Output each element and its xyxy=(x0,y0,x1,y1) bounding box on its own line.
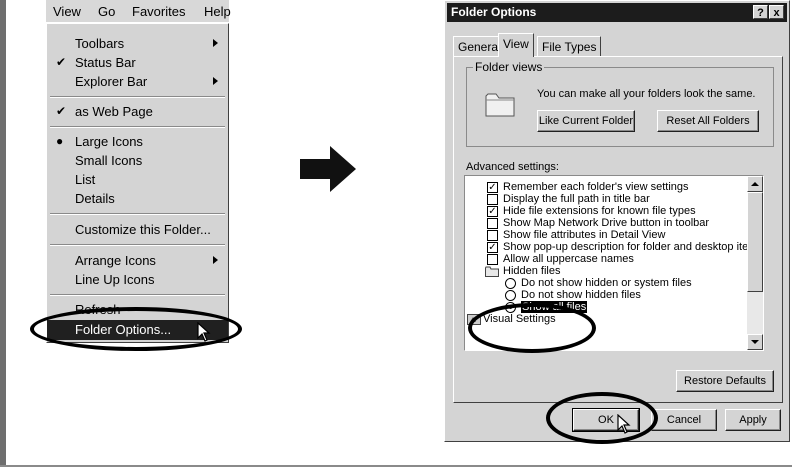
scroll-up-button[interactable] xyxy=(747,176,763,192)
menu-item-toolbars[interactable]: Toolbars xyxy=(47,34,228,54)
scroll-down-button[interactable] xyxy=(747,334,763,350)
folder-views-description: You can make all your folders look the s… xyxy=(537,88,756,100)
folder-views-group: Folder views You can make all your folde… xyxy=(466,60,774,147)
dialog-title: Folder Options xyxy=(451,5,537,19)
menu-item-list[interactable]: List xyxy=(47,170,228,190)
submenu-arrow-icon xyxy=(213,77,218,85)
menu-favorites[interactable]: Favorites xyxy=(132,4,185,19)
menu-separator xyxy=(50,126,225,128)
view-tab-panel: Folder views You can make all your folde… xyxy=(453,56,783,403)
menu-item-arrange-icons[interactable]: Arrange Icons xyxy=(47,251,228,271)
right-arrow-icon xyxy=(300,146,356,192)
like-current-folder-button[interactable]: Like Current Folder xyxy=(537,110,635,132)
checkbox[interactable] xyxy=(487,230,498,241)
explorer-menubar: View Go Favorites Help xyxy=(46,0,231,22)
checkbox[interactable] xyxy=(487,194,498,205)
folder-views-title: Folder views xyxy=(473,60,545,74)
view-menu: Toolbars ✔ Status Bar Explorer Bar ✔ as … xyxy=(46,23,229,343)
menu-item-details[interactable]: Details xyxy=(47,189,228,209)
mouse-cursor-icon xyxy=(617,414,631,434)
scroll-up-arrow-icon xyxy=(751,182,759,186)
highlight-ellipse xyxy=(468,303,596,353)
checkbox[interactable] xyxy=(487,254,498,265)
menu-item-large-icons[interactable]: ● Large Icons xyxy=(47,132,228,152)
menu-separator xyxy=(50,213,225,215)
scroll-thumb[interactable] xyxy=(747,192,763,292)
menu-go[interactable]: Go xyxy=(98,4,115,19)
menu-help[interactable]: Help xyxy=(204,4,231,19)
menu-separator xyxy=(50,244,225,246)
mouse-cursor-icon xyxy=(197,322,211,342)
checkmark-icon: ✔ xyxy=(56,104,67,118)
dialog-titlebar: Folder Options ? x xyxy=(447,3,787,22)
window-frame-bottom xyxy=(0,465,792,467)
menu-separator xyxy=(50,294,225,296)
checkbox[interactable]: ✓ xyxy=(487,206,498,217)
help-button[interactable]: ? xyxy=(753,5,768,19)
menu-item-small-icons[interactable]: Small Icons xyxy=(47,151,228,171)
menu-item-explorer-bar[interactable]: Explorer Bar xyxy=(47,72,228,92)
folder-icon xyxy=(485,93,515,117)
submenu-arrow-icon xyxy=(213,256,218,264)
restore-defaults-button[interactable]: Restore Defaults xyxy=(676,370,774,392)
checkbox[interactable]: ✓ xyxy=(487,182,498,193)
highlight-ellipse xyxy=(546,392,658,444)
advanced-settings-label: Advanced settings: xyxy=(466,161,559,173)
vertical-scrollbar[interactable] xyxy=(747,176,763,350)
menu-item-customize-folder[interactable]: Customize this Folder... xyxy=(47,220,228,240)
folder-options-dialog: Folder Options ? x General View File Typ… xyxy=(444,0,790,442)
checkbox[interactable] xyxy=(487,218,498,229)
menu-item-line-up-icons[interactable]: Line Up Icons xyxy=(47,270,228,290)
tab-file-types[interactable]: File Types xyxy=(537,36,602,56)
submenu-arrow-icon xyxy=(213,39,218,47)
menu-view[interactable]: View xyxy=(53,4,81,19)
scroll-down-arrow-icon xyxy=(751,340,759,344)
reset-all-folders-button[interactable]: Reset All Folders xyxy=(657,110,759,132)
bullet-icon: ● xyxy=(56,134,64,148)
menu-item-status-bar[interactable]: ✔ Status Bar xyxy=(47,53,228,73)
radio-button[interactable] xyxy=(505,278,516,289)
folder-icon xyxy=(485,266,499,277)
window-frame-left xyxy=(0,0,6,466)
menu-item-as-web-page[interactable]: ✔ as Web Page xyxy=(47,102,228,122)
apply-button[interactable]: Apply xyxy=(725,409,781,431)
cancel-button[interactable]: Cancel xyxy=(651,409,717,431)
menu-separator xyxy=(50,96,225,98)
checkbox[interactable]: ✓ xyxy=(487,242,498,253)
radio-button[interactable] xyxy=(505,290,516,301)
close-button[interactable]: x xyxy=(769,5,784,19)
tab-view[interactable]: View xyxy=(498,33,534,57)
checkmark-icon: ✔ xyxy=(56,55,67,69)
